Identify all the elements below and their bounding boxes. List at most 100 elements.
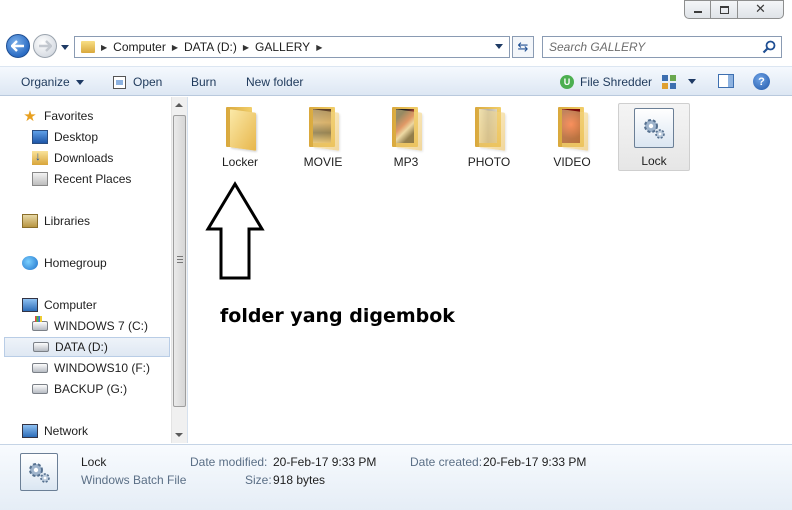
desktop-icon bbox=[32, 130, 48, 144]
navigation-pane: ★ Favorites Desktop Downloads Recent Pla… bbox=[0, 97, 188, 443]
maximize-icon bbox=[719, 5, 729, 14]
minimize-button[interactable] bbox=[684, 0, 711, 19]
nav-computer[interactable]: Computer bbox=[22, 295, 192, 315]
file-item-label: MOVIE bbox=[303, 155, 343, 169]
maximize-button[interactable] bbox=[711, 0, 738, 19]
recent-places-icon bbox=[32, 172, 48, 186]
star-icon: ★ bbox=[23, 107, 37, 125]
folder-icon bbox=[222, 105, 258, 151]
nav-libraries-label: Libraries bbox=[44, 214, 91, 228]
nav-favorites[interactable]: ★ Favorites bbox=[22, 106, 192, 126]
burn-button[interactable]: Burn bbox=[191, 74, 216, 90]
scroll-down-icon[interactable] bbox=[175, 433, 183, 437]
open-label: Open bbox=[133, 75, 163, 89]
nav-recent-places-label: Recent Places bbox=[54, 172, 132, 186]
folder-icon bbox=[305, 105, 341, 151]
homegroup-icon bbox=[22, 256, 38, 270]
nav-drive-c-label: WINDOWS 7 (C:) bbox=[54, 319, 148, 333]
nav-computer-label: Computer bbox=[44, 298, 97, 312]
refresh-button[interactable]: ⇆ bbox=[512, 36, 534, 58]
address-bar[interactable]: ▶ Computer ▶ DATA (D:) ▶ GALLERY ▶ bbox=[74, 36, 510, 58]
nav-drive-d[interactable]: DATA (D:) bbox=[4, 337, 170, 357]
nav-favorites-label: Favorites bbox=[44, 109, 94, 123]
nav-drive-d-label: DATA (D:) bbox=[55, 340, 108, 354]
network-icon bbox=[22, 424, 38, 438]
size-label: Size: bbox=[245, 473, 272, 487]
search-input[interactable] bbox=[543, 37, 753, 57]
windows-drive-icon bbox=[32, 316, 48, 331]
burn-label: Burn bbox=[191, 75, 217, 89]
file-item-movie[interactable]: MOVIE bbox=[287, 103, 359, 171]
date-modified-value: 20-Feb-17 9:33 PM bbox=[273, 455, 377, 469]
preview-pane-button[interactable] bbox=[718, 74, 734, 88]
file-shredder-label: File Shredder bbox=[580, 75, 653, 89]
new-folder-label: New folder bbox=[246, 75, 304, 89]
recent-pages-button[interactable] bbox=[60, 42, 70, 52]
back-button[interactable] bbox=[6, 34, 30, 58]
folder-icon bbox=[471, 105, 507, 151]
batch-file-icon bbox=[634, 108, 674, 148]
libraries-icon bbox=[22, 214, 38, 228]
open-button[interactable]: Open bbox=[113, 74, 162, 90]
drive-icon bbox=[32, 384, 48, 394]
file-list: Locker MOVIE MP3 PHOTO VIDEO Lock folder… bbox=[189, 97, 792, 443]
gear-icon bbox=[29, 463, 50, 483]
file-item-label: MP3 bbox=[393, 155, 419, 169]
file-item-mp3[interactable]: MP3 bbox=[370, 103, 442, 171]
breadcrumb-separator-icon[interactable]: ▶ bbox=[243, 43, 249, 52]
file-item-label: Lock bbox=[641, 154, 667, 168]
title-bar: ✕ bbox=[0, 0, 792, 30]
breadcrumb-gallery[interactable]: GALLERY bbox=[255, 40, 310, 54]
breadcrumb-data-drive[interactable]: DATA (D:) bbox=[184, 40, 237, 54]
chevron-down-icon bbox=[75, 79, 84, 85]
batch-file-icon bbox=[20, 453, 58, 491]
breadcrumb-separator-icon[interactable]: ▶ bbox=[172, 43, 178, 52]
search-box[interactable] bbox=[542, 36, 782, 58]
breadcrumb-computer[interactable]: Computer bbox=[113, 40, 166, 54]
annotation-text: folder yang digembok bbox=[220, 305, 455, 327]
change-view-button[interactable] bbox=[662, 75, 676, 89]
view-options-dropdown[interactable] bbox=[688, 79, 696, 84]
forward-button[interactable] bbox=[33, 34, 57, 58]
organize-label: Organize bbox=[21, 75, 70, 89]
file-item-label: Locker bbox=[221, 155, 259, 169]
breadcrumb-separator-icon[interactable]: ▶ bbox=[316, 43, 322, 52]
details-file-type: Windows Batch File bbox=[81, 473, 187, 487]
date-modified-label: Date modified: bbox=[190, 455, 268, 469]
search-icon[interactable] bbox=[762, 40, 776, 54]
gear-icon bbox=[644, 119, 665, 139]
scrollbar-thumb[interactable] bbox=[173, 115, 186, 407]
nav-network[interactable]: Network bbox=[22, 421, 192, 441]
chevron-down-icon bbox=[61, 44, 69, 50]
help-button[interactable]: ? bbox=[753, 73, 770, 90]
file-item-video[interactable]: VIDEO bbox=[536, 103, 608, 171]
scroll-up-icon[interactable] bbox=[175, 103, 183, 107]
file-shredder-button[interactable]: U File Shredder bbox=[560, 74, 652, 90]
breadcrumb-separator-icon[interactable]: ▶ bbox=[101, 43, 107, 52]
arrow-up-icon bbox=[205, 181, 265, 280]
open-icon bbox=[113, 75, 126, 89]
nav-homegroup[interactable]: Homegroup bbox=[22, 253, 192, 273]
nav-drive-f-label: WINDOWS10 (F:) bbox=[54, 361, 150, 375]
date-created-value: 20-Feb-17 9:33 PM bbox=[483, 455, 587, 469]
close-button[interactable]: ✕ bbox=[738, 0, 784, 19]
new-folder-button[interactable]: New folder bbox=[246, 74, 303, 90]
nav-libraries[interactable]: Libraries bbox=[22, 211, 192, 231]
details-file-name: Lock bbox=[81, 455, 107, 469]
refresh-icon: ⇆ bbox=[517, 39, 529, 54]
arrow-right-icon bbox=[39, 40, 52, 52]
window-controls: ✕ bbox=[684, 0, 784, 19]
file-item-photo[interactable]: PHOTO bbox=[453, 103, 525, 171]
nav-network-label: Network bbox=[44, 424, 89, 438]
chevron-down-icon bbox=[688, 79, 696, 84]
downloads-icon bbox=[32, 149, 48, 165]
address-dropdown-button[interactable] bbox=[495, 44, 503, 49]
file-item-lock[interactable]: Lock bbox=[618, 103, 690, 171]
close-icon: ✕ bbox=[755, 2, 766, 17]
file-item-locker[interactable]: Locker bbox=[204, 103, 276, 171]
organize-menu[interactable]: Organize bbox=[21, 74, 84, 90]
address-row: ▶ Computer ▶ DATA (D:) ▶ GALLERY ▶ ⇆ bbox=[0, 30, 792, 64]
nav-homegroup-label: Homegroup bbox=[44, 256, 107, 270]
drive-icon bbox=[32, 363, 48, 373]
navigation-scrollbar[interactable] bbox=[171, 97, 187, 443]
